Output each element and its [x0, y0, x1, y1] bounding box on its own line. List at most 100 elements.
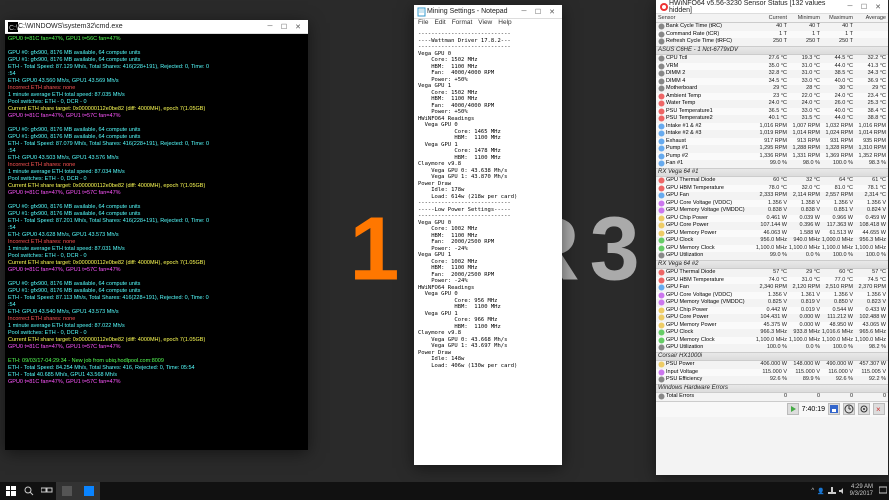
sensor-row[interactable]: DIMM 434.5 °C33.0 °C40.0 °C36.9 °C	[656, 78, 888, 86]
minimize-button[interactable]: ─	[843, 1, 857, 13]
sensor-row[interactable]: GPU Memory Clock1,100.0 MHz1,100.0 MHz1,…	[656, 245, 888, 253]
sensor-row[interactable]: Water Temp24.0 °C24.0 °C26.0 °C25.3 °C	[656, 100, 888, 108]
menu-item[interactable]: Format	[452, 19, 473, 29]
sensor-row[interactable]: Ambient Temp23 °C22.0 °C24.0 °C23.4 °C	[656, 93, 888, 101]
sensor-row[interactable]: GPU Chip Power0.461 W0.039 W0.966 W0.459…	[656, 215, 888, 223]
sensor-row[interactable]: VRM35.0 °C31.0 °C44.0 °C41.3 °C	[656, 63, 888, 71]
notepad-body[interactable]: ---------------------------- ----Wattman…	[414, 29, 562, 371]
sensor-row[interactable]: Motherboard29 °C28 °C30 °C29 °C	[656, 85, 888, 93]
minimize-button[interactable]: ─	[517, 6, 531, 18]
cmd-titlebar[interactable]: C:\ C:\WINDOWS\system32\cmd.exe ─ ☐ ✕	[5, 20, 308, 34]
sensor-min: 40 T	[787, 23, 820, 31]
sensor-row[interactable]: GPU HBM Temperature78.0 °C32.0 °C81.0 °C…	[656, 185, 888, 193]
col-sensor[interactable]: Sensor	[658, 15, 754, 21]
sensor-row[interactable]: PSU Power406.000 W148.000 W490.000 W457.…	[656, 361, 888, 369]
sensor-min: 1 T	[787, 31, 820, 39]
task-view-icon[interactable]	[38, 482, 56, 500]
sensor-row[interactable]: GPU Memory Voltage (VMDDC)0.838 V0.838 V…	[656, 207, 888, 215]
sensor-row[interactable]: GPU Core Power104.431 W0.000 W111.212 W1…	[656, 314, 888, 322]
people-icon[interactable]: 👤	[817, 488, 824, 495]
sensor-row[interactable]: Total Errors0000	[656, 393, 888, 401]
sensor-row[interactable]: GPU Memory Clock1,100.0 MHz1,100.0 MHz1,…	[656, 337, 888, 345]
menu-item[interactable]: File	[418, 19, 428, 29]
sensor-row[interactable]: GPU Memory Power46.063 W1.588 W61.513 W4…	[656, 230, 888, 238]
sensor-row[interactable]: Command Rate (tCR)1 T1 T1 T	[656, 31, 888, 39]
search-icon[interactable]	[20, 482, 38, 500]
cmd-line	[8, 274, 305, 281]
sensor-group[interactable]: ASUS C6HE - 1 Nct-6779xDV	[656, 46, 888, 56]
system-tray[interactable]: ^ 👤 4:29 AM9/3/2017	[811, 484, 887, 498]
sensor-type-icon	[658, 63, 666, 70]
notepad-titlebar[interactable]: Mining Settings - Notepad ─ ☐ ✕	[414, 5, 562, 19]
col-current[interactable]: Current	[754, 15, 787, 21]
cmd-line	[8, 120, 305, 127]
sensor-row[interactable]: Exhaust917 RPM913 RPM931 RPM935 RPM	[656, 138, 888, 146]
sensor-type-icon	[658, 115, 666, 122]
sensor-row[interactable]: GPU Thermal Diode57 °C29 °C60 °C57 °C	[656, 269, 888, 277]
maximize-button[interactable]: ☐	[531, 6, 545, 18]
sensor-row[interactable]: Intake #1 & #21,016 RPM1,007 RPM1,032 RP…	[656, 123, 888, 131]
sensor-row[interactable]: PSU Temperature240.1 °C31.5 °C44.0 °C38.…	[656, 115, 888, 123]
sensor-group[interactable]: Windows Hardware Errors	[656, 384, 888, 394]
tray-chevron-icon[interactable]: ^	[811, 488, 814, 494]
refresh-icon[interactable]: ×	[873, 403, 885, 415]
sensor-row[interactable]: GPU Clock966.3 MHz933.8 MHz1,016.6 MHz96…	[656, 329, 888, 337]
sensor-row[interactable]: Input Voltage115.000 V115.000 V116.000 V…	[656, 369, 888, 377]
menu-item[interactable]: Edit	[434, 19, 445, 29]
hwinfo-titlebar[interactable]: HWiNFO64 v5.56-3230 Sensor Status [132 v…	[656, 0, 888, 14]
notifications-icon[interactable]	[879, 486, 887, 496]
sensor-row[interactable]: Refresh Cycle Time (tRFC)250 T250 T250 T	[656, 38, 888, 46]
maximize-button[interactable]: ☐	[857, 1, 871, 13]
clock[interactable]: 4:29 AM9/3/2017	[850, 484, 876, 498]
sensor-row[interactable]: GPU HBM Temperature74.0 °C31.0 °C77.0 °C…	[656, 277, 888, 285]
sensor-row[interactable]: GPU Utilization100.0 %0.0 %100.0 %98.2 %	[656, 344, 888, 352]
taskbar-app[interactable]	[56, 482, 78, 500]
menu-item[interactable]: Help	[498, 19, 511, 29]
sensor-row[interactable]: PSU Temperature136.5 °C33.0 °C40.0 °C38.…	[656, 108, 888, 116]
play-icon[interactable]	[787, 403, 799, 415]
menu-item[interactable]: View	[478, 19, 492, 29]
taskbar-app[interactable]	[78, 482, 100, 500]
sensor-row[interactable]: Pump #11,295 RPM1,288 RPM1,328 RPM1,310 …	[656, 145, 888, 153]
sensor-row[interactable]: GPU Memory Voltage (VMDDC)0.825 V0.819 V…	[656, 299, 888, 307]
sensor-row[interactable]: Fan #199.0 %98.0 %100.0 %98.3 %	[656, 160, 888, 168]
sensor-row[interactable]: GPU Utilization99.0 %0.0 %100.0 %100.0 %	[656, 252, 888, 260]
minimize-button[interactable]: ─	[263, 21, 277, 33]
sensor-row[interactable]: Pump #21,336 RPM1,331 RPM1,369 RPM1,352 …	[656, 153, 888, 161]
sensor-row[interactable]: GPU Core Power107.144 W0.396 W117.363 W1…	[656, 222, 888, 230]
sensor-group[interactable]: Corsair HX1000i	[656, 352, 888, 362]
sensor-row[interactable]: GPU Chip Power0.442 W0.019 V0.544 W0.433…	[656, 307, 888, 315]
close-button[interactable]: ✕	[291, 21, 305, 33]
cmd-body[interactable]: GPU0 t=81C fan=47%, GPU1 t=56C fan=47% G…	[5, 34, 308, 388]
network-icon[interactable]	[828, 487, 836, 495]
sensor-row[interactable]: CPU Tctl27.6 °C19.3 °C44.5 °C32.2 °C	[656, 55, 888, 63]
clock-icon[interactable]	[843, 403, 855, 415]
col-maximum[interactable]: Maximum	[820, 15, 853, 21]
sensor-row[interactable]: GPU Memory Power45.375 W0.000 W48.950 W4…	[656, 322, 888, 330]
hwinfo-body[interactable]: Bank Cycle Time (tRC)40 T40 T40 TCommand…	[656, 23, 888, 401]
sensor-group[interactable]: RX Vega 64 #1	[656, 168, 888, 178]
col-minimum[interactable]: Minimum	[787, 15, 820, 21]
settings-icon[interactable]	[858, 403, 870, 415]
sensor-row[interactable]: Intake #2 & #31,019 RPM1,014 RPM1,024 RP…	[656, 130, 888, 138]
sensor-row[interactable]: GPU Core Voltage (VDDC)1.356 V1.358 V1.3…	[656, 200, 888, 208]
save-icon[interactable]	[828, 403, 840, 415]
sensor-row[interactable]: GPU Clock956.0 MHz940.0 MHz1,000.0 MHz95…	[656, 237, 888, 245]
sensor-min: 0.019 V	[787, 307, 820, 315]
sensor-row[interactable]: GPU Fan2,333 RPM2,114 RPM2,557 RPM2,314 …	[656, 192, 888, 200]
sensor-row[interactable]: PSU Efficiency92.6 %89.9 %92.6 %92.2 %	[656, 376, 888, 384]
maximize-button[interactable]: ☐	[277, 21, 291, 33]
sensor-max: 1 T	[820, 31, 853, 39]
sensor-row[interactable]: GPU Thermal Diode60 °C32 °C64 °C61 °C	[656, 177, 888, 185]
sensor-row[interactable]: GPU Fan2,340 RPM2,120 RPM2,510 RPM2,370 …	[656, 284, 888, 292]
col-average[interactable]: Average	[853, 15, 886, 21]
sensor-row[interactable]: GPU Core Voltage (VDDC)1.356 V1.361 V1.3…	[656, 292, 888, 300]
close-button[interactable]: ✕	[871, 1, 885, 13]
start-button[interactable]	[2, 482, 20, 500]
sensor-row[interactable]: Bank Cycle Time (tRC)40 T40 T40 T	[656, 23, 888, 31]
volume-icon[interactable]	[839, 487, 847, 495]
sensor-name: PSU Temperature2	[666, 115, 754, 123]
sensor-row[interactable]: DIMM 232.8 °C31.0 °C38.5 °C34.3 °C	[656, 70, 888, 78]
sensor-group[interactable]: RX Vega 64 #2	[656, 260, 888, 270]
close-button[interactable]: ✕	[545, 6, 559, 18]
